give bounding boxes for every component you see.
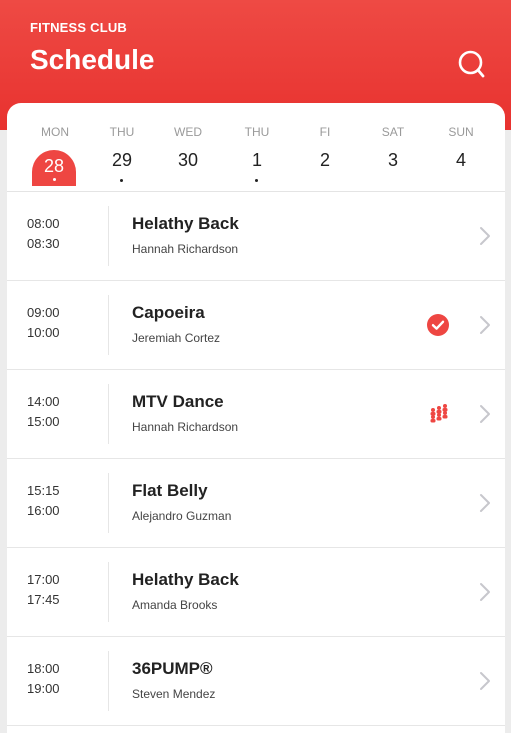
trainer-name: Steven Mendez <box>132 687 216 701</box>
chevron-right-icon[interactable] <box>479 226 491 246</box>
class-time: 09:00 10:00 <box>27 303 87 343</box>
day-sun-4[interactable]: SUN 4 <box>431 123 491 193</box>
day-name: SUN <box>448 125 474 139</box>
day-name: THU <box>109 125 135 139</box>
day-thu-29[interactable]: THU 29 <box>92 123 152 193</box>
schedule-panel: MON 28 THU 29 WED 30 THU 1 FI 2 SAT 3 SUN 4 08:00 08:3… <box>7 103 505 733</box>
start-time: 14:00 <box>27 394 60 409</box>
start-time: 17:00 <box>27 572 60 587</box>
day-number: 4 <box>455 150 466 170</box>
class-name: Helathy Back <box>132 570 239 589</box>
end-time: 10:00 <box>27 325 60 340</box>
row-divider <box>108 473 109 533</box>
day-name: THU <box>244 125 270 139</box>
day-number: 1 <box>251 150 262 170</box>
start-time: 15:15 <box>27 483 60 498</box>
trainer-name: Jeremiah Cortez <box>132 331 221 345</box>
chevron-right-icon[interactable] <box>479 493 491 513</box>
class-row[interactable]: 14:00 15:00 MTV Dance Hannah Richardson <box>7 370 505 459</box>
start-time: 18:00 <box>27 661 60 676</box>
page-title: Schedule <box>30 44 155 75</box>
end-time: 16:00 <box>27 503 60 518</box>
class-row[interactable]: 17:00 17:45 Helathy Back Amanda Brooks <box>7 548 505 637</box>
class-name: Capoeira <box>132 303 205 322</box>
start-time: 09:00 <box>27 305 60 320</box>
end-time: 08:30 <box>27 236 60 251</box>
group-icon <box>427 403 449 425</box>
brand-label: FITNESS CLUB <box>30 20 128 35</box>
day-fi-2[interactable]: FI 2 <box>295 123 355 193</box>
day-number: 3 <box>387 150 398 170</box>
class-name: MTV Dance <box>132 392 224 411</box>
class-row[interactable]: 08:00 08:30 Helathy Back Hannah Richardson <box>7 192 505 281</box>
trainer-name: Amanda Brooks <box>132 598 218 612</box>
class-name: 36PUMP® <box>132 659 213 678</box>
day-wed-30[interactable]: WED 30 <box>158 123 218 193</box>
class-list: 08:00 08:30 Helathy Back Hannah Richardson 0… <box>7 192 505 726</box>
class-row[interactable]: 09:00 10:00 Capoeira Jeremiah Cortez <box>7 281 505 370</box>
event-dot <box>53 178 56 181</box>
day-number: 30 <box>177 150 199 170</box>
start-time: 08:00 <box>27 216 60 231</box>
day-mon-28[interactable]: MON 28 <box>25 123 85 193</box>
event-dot <box>120 179 123 182</box>
class-time: 15:15 16:00 <box>27 481 87 521</box>
day-thu-1[interactable]: THU 1 <box>227 123 287 193</box>
trainer-name: Hannah Richardson <box>132 420 239 434</box>
class-time: 17:00 17:45 <box>27 570 87 610</box>
class-time: 14:00 15:00 <box>27 392 87 432</box>
chevron-right-icon[interactable] <box>479 582 491 602</box>
day-number: 29 <box>111 150 133 170</box>
trainer-name: Hannah Richardson <box>132 242 239 256</box>
day-sat-3[interactable]: SAT 3 <box>363 123 423 193</box>
chevron-right-icon[interactable] <box>479 671 491 691</box>
row-divider <box>108 562 109 622</box>
day-number: 2 <box>319 150 330 170</box>
day-selector: MON 28 THU 29 WED 30 THU 1 FI 2 SAT 3 SUN 4 <box>7 103 505 191</box>
day-name: WED <box>174 125 202 139</box>
row-divider <box>108 384 109 444</box>
class-time: 18:00 19:00 <box>27 659 87 699</box>
trainer-name: Alejandro Guzman <box>132 509 232 523</box>
chevron-right-icon[interactable] <box>479 315 491 335</box>
end-time: 19:00 <box>27 681 60 696</box>
day-name: FI <box>319 125 331 139</box>
end-time: 15:00 <box>27 414 60 429</box>
row-divider <box>108 651 109 711</box>
search-icon[interactable] <box>456 48 488 80</box>
class-name: Flat Belly <box>132 481 208 500</box>
row-divider <box>108 206 109 266</box>
class-name: Helathy Back <box>132 214 239 233</box>
end-time: 17:45 <box>27 592 60 607</box>
class-time: 08:00 08:30 <box>27 214 87 254</box>
day-name: SAT <box>381 125 405 139</box>
chevron-right-icon[interactable] <box>479 404 491 424</box>
class-row[interactable]: 15:15 16:00 Flat Belly Alejandro Guzman <box>7 459 505 548</box>
row-divider <box>108 295 109 355</box>
class-row[interactable]: 18:00 19:00 36PUMP® Steven Mendez <box>7 637 505 726</box>
event-dot <box>255 179 258 182</box>
check-icon <box>427 314 449 336</box>
day-name: MON <box>41 125 69 139</box>
